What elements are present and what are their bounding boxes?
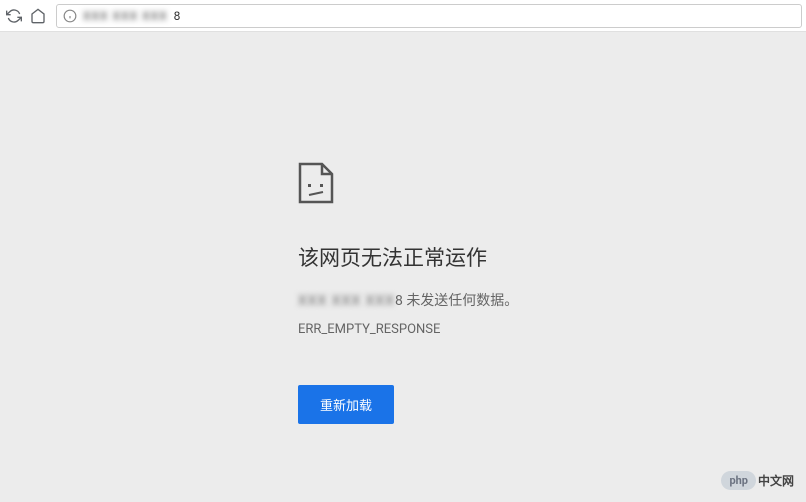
error-host-suffix: 8 — [395, 293, 403, 309]
error-page: 该网页无法正常运作 XXX XXX XXX8 未发送任何数据。 ERR_EMPT… — [0, 32, 806, 502]
address-host-suffix: 8 — [174, 9, 181, 23]
error-message: 未发送任何数据。 — [406, 293, 518, 309]
home-icon[interactable] — [28, 6, 48, 26]
error-description: XXX XXX XXX8 未发送任何数据。 — [298, 290, 806, 310]
error-code: ERR_EMPTY_RESPONSE — [298, 322, 806, 337]
address-bar[interactable]: XXX XXX XXX 8 — [56, 4, 802, 28]
info-icon — [63, 9, 77, 23]
watermark: php 中文网 — [721, 471, 794, 490]
browser-toolbar: XXX XXX XXX 8 — [0, 0, 806, 32]
sad-page-icon — [298, 162, 334, 204]
reload-button[interactable]: 重新加载 — [298, 385, 394, 424]
watermark-text: 中文网 — [758, 472, 794, 489]
error-host-blurred: XXX XXX XXX — [298, 293, 395, 309]
address-host-blurred: XXX XXX XXX — [83, 9, 168, 23]
reload-icon[interactable] — [4, 6, 24, 26]
error-title: 该网页无法正常运作 — [298, 242, 806, 272]
watermark-badge: php — [721, 471, 756, 490]
